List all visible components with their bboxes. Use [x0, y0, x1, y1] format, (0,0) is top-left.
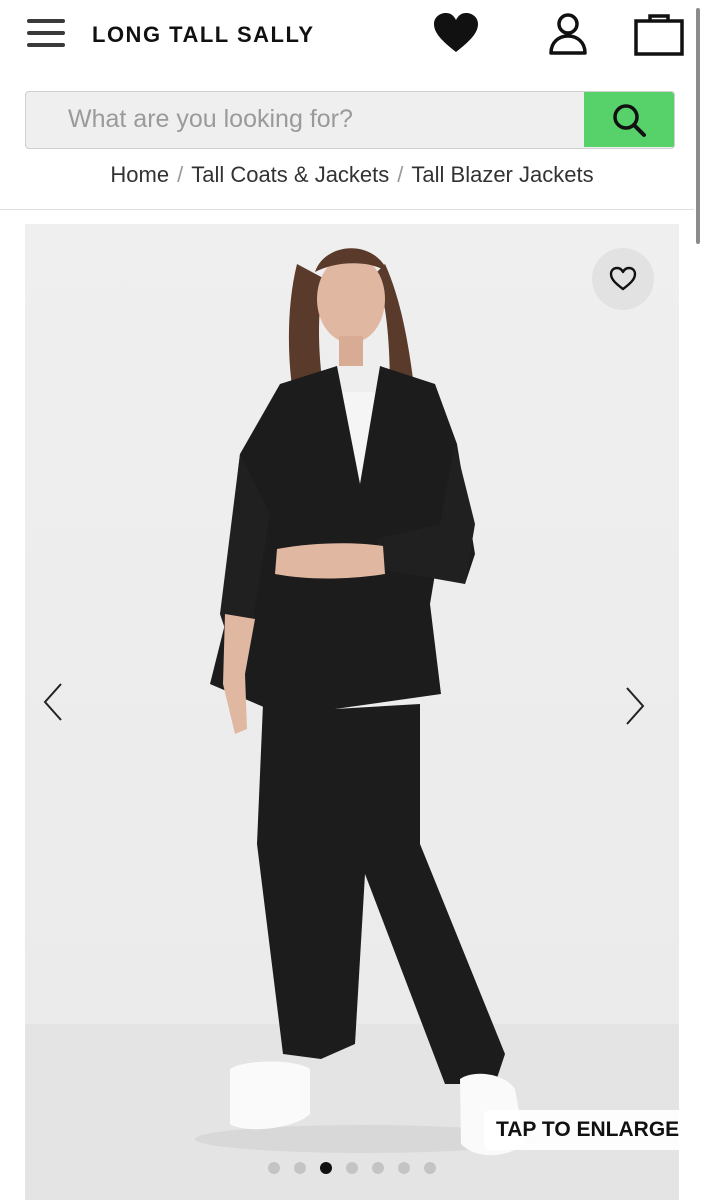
search-bar — [25, 91, 675, 149]
carousel-dot[interactable] — [424, 1162, 436, 1174]
breadcrumb-separator: / — [397, 162, 404, 187]
favourite-button[interactable] — [592, 248, 654, 310]
header-divider — [0, 209, 694, 210]
carousel-dot[interactable] — [398, 1162, 410, 1174]
carousel-dot[interactable] — [268, 1162, 280, 1174]
breadcrumb-tall-coats-jackets[interactable]: Tall Coats & Jackets — [191, 162, 389, 187]
chevron-right-icon[interactable] — [619, 686, 649, 726]
breadcrumb-separator: / — [177, 162, 184, 187]
menu-icon[interactable] — [27, 18, 65, 48]
carousel-dot[interactable] — [320, 1162, 332, 1174]
carousel-dot[interactable] — [346, 1162, 358, 1174]
heart-icon[interactable] — [432, 12, 480, 54]
brand-logo[interactable]: LONG TALL SALLY — [92, 22, 315, 48]
carousel-dot[interactable] — [294, 1162, 306, 1174]
favourite-heart-icon — [609, 266, 637, 291]
search-icon — [613, 103, 646, 137]
chevron-left-icon[interactable] — [39, 682, 69, 722]
breadcrumb: Home / Tall Coats & Jackets / Tall Blazer Ja… — [0, 162, 704, 188]
breadcrumb-home[interactable]: Home — [110, 162, 169, 187]
breadcrumb-tall-blazer-jackets[interactable]: Tall Blazer Jackets — [411, 162, 593, 187]
account-icon[interactable] — [546, 12, 590, 56]
search-button[interactable] — [584, 92, 674, 147]
product-image[interactable] — [25, 224, 679, 1200]
bag-icon[interactable] — [633, 12, 685, 56]
product-image-gallery[interactable]: TAP TO ENLARGE — [25, 224, 679, 1200]
site-header: LONG TALL SALLY — [0, 0, 704, 72]
search-input[interactable] — [26, 92, 585, 147]
carousel-dots — [25, 1162, 679, 1174]
carousel-dot[interactable] — [372, 1162, 384, 1174]
page-scrollbar[interactable] — [696, 8, 700, 244]
tap-to-enlarge-button[interactable]: TAP TO ENLARGE — [484, 1110, 679, 1150]
